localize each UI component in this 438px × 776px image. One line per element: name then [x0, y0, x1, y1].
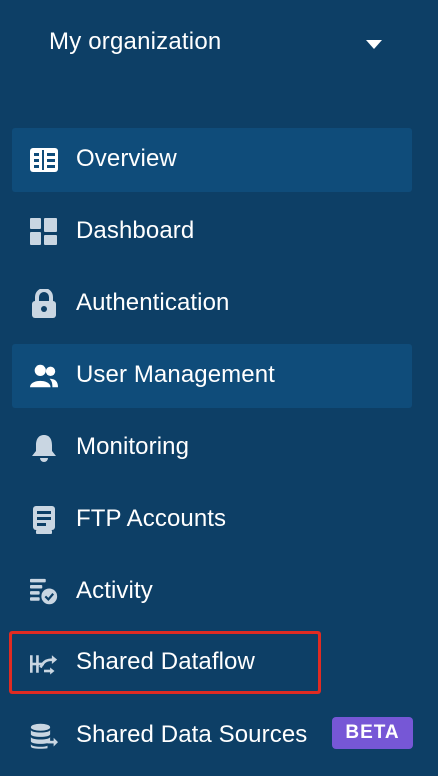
sidebar-item-label: Shared Data Sources [76, 721, 308, 748]
sidebar-item-shared-dataflow[interactable]: Shared Dataflow [12, 634, 318, 691]
database-icon [30, 722, 58, 750]
users-icon [30, 362, 58, 390]
sidebar-item-shared-data-sources[interactable]: Shared Data Sources BETA [12, 704, 413, 768]
sidebar-item-label: Monitoring [76, 433, 190, 460]
dashboard-icon [30, 218, 58, 246]
sidebar-item-ftp-accounts[interactable]: FTP Accounts [12, 488, 412, 552]
sidebar-item-label: User Management [76, 361, 275, 388]
sidebar-item-activity[interactable]: Activity [12, 560, 412, 624]
sidebar-item-overview[interactable]: Overview [12, 128, 412, 192]
dataflow-icon [30, 650, 58, 678]
org-name: My organization [49, 28, 222, 55]
sidebar-item-authentication[interactable]: Authentication [12, 272, 412, 336]
activity-icon [30, 578, 58, 606]
sidebar-item-label: Shared Dataflow [76, 648, 255, 675]
sidebar-item-label: Authentication [76, 289, 230, 316]
sidebar-item-monitoring[interactable]: Monitoring [12, 416, 412, 480]
org-switcher[interactable]: My organization [0, 10, 438, 78]
sidebar-item-label: Overview [76, 145, 177, 172]
beta-badge: BETA [332, 717, 413, 749]
caret-down-icon [366, 40, 382, 49]
sidebar-item-label: FTP Accounts [76, 505, 227, 532]
bell-icon [30, 434, 58, 462]
sidebar-item-label: Activity [76, 577, 153, 604]
overview-icon [30, 146, 58, 174]
ftp-account-icon [30, 506, 58, 534]
sidebar-item-user-management[interactable]: User Management [12, 344, 412, 408]
sidebar-item-label: Dashboard [76, 217, 195, 244]
lock-icon [30, 289, 58, 318]
sidebar-item-dashboard[interactable]: Dashboard [12, 200, 412, 264]
